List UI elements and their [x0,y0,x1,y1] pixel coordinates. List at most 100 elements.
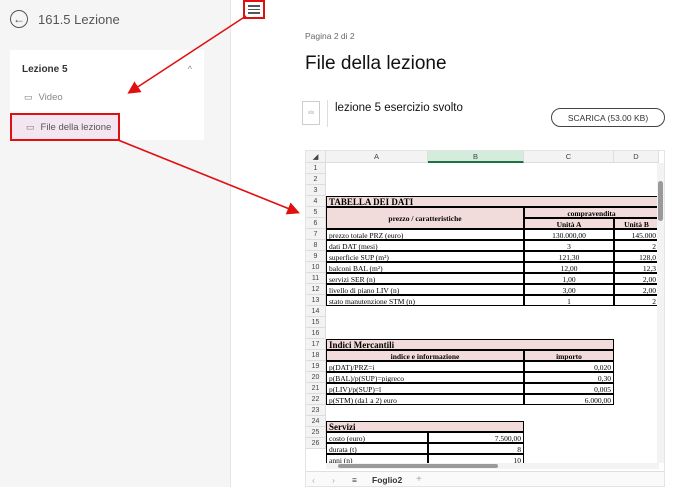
sheet-list-icon[interactable]: ≡ [352,475,357,485]
download-button[interactable]: SCARICA (53.00 KB) [551,108,665,127]
table1-row-unit-a: 12,00 [524,262,614,273]
sidebar: ← 161.5 Lezione Lezione 5 ^ ▭ Video ▭ Fi… [0,0,231,487]
vertical-scrollbar[interactable] [657,163,664,463]
table1-row-unit-a: 130.000,00 [524,229,614,240]
table1-row-unit-b: 2 [614,240,659,251]
file-icon: xls [302,101,320,125]
book-icon: ▭ [26,121,35,132]
back-arrow-icon[interactable]: ← [10,10,28,28]
row-header[interactable]: 3 [306,185,326,196]
row-header[interactable]: 19 [306,361,326,372]
table2-row-label: p(DAT)/PRZ=i [326,361,524,372]
table1-header-group: compravendita [524,207,659,218]
pager-text: Pagina 2 di 2 [305,31,355,41]
sidebar-item-video[interactable]: ▭ Video [10,84,204,110]
chevron-right-icon[interactable]: › [332,475,335,485]
row-header[interactable]: 23 [306,405,326,416]
sidebar-item-file[interactable]: ▭ File della lezione [10,113,120,141]
table3-row-label: costo (euro) [326,432,428,443]
row-header[interactable]: 18 [306,350,326,361]
table1-row-unit-b: 2,00 [614,284,659,295]
page-title: File della lezione [305,53,447,74]
table1-row-label: balconi BAL (m²) [326,262,524,273]
table1-unit-a: Unità A [524,218,614,229]
table1-row-unit-b: 145.000 [614,229,659,240]
sheet-tab-bar: ‹ › ≡ Foglio2 + [306,471,664,486]
chevron-left-icon[interactable]: ‹ [312,475,315,485]
table1-header-left: prezzo / caratteristiche [326,207,524,229]
table2-row-value: 0,30 [524,372,614,383]
table1-row-unit-a: 3 [524,240,614,251]
table2-title: Indici Mercantili [326,339,614,350]
row-header[interactable]: 17 [306,339,326,350]
row-header[interactable]: 5 [306,207,326,218]
table1-row-unit-a: 1,00 [524,273,614,284]
row-header[interactable]: 8 [306,240,326,251]
table1-row-label: livello di piano LIV (n) [326,284,524,295]
row-header[interactable]: 14 [306,306,326,317]
row-header[interactable]: 6 [306,218,326,229]
add-sheet-icon[interactable]: + [416,474,422,485]
row-header[interactable]: 16 [306,328,326,339]
table1-unit-b: Unità B [614,218,659,229]
spreadsheet-viewer[interactable]: ◢ A B C D 1 2 3 4 5 6 7 8 9 10 11 12 13 14 15 16 17 18 19 2… [305,150,665,487]
table2-row-value: 6.000,00 [524,394,614,405]
hamburger-menu-icon[interactable] [243,0,265,19]
table1-row-unit-a: 121,30 [524,251,614,262]
divider [327,100,328,127]
table3-title: Servizi [326,421,524,432]
table1-row-unit-b: 128,0 [614,251,659,262]
row-header[interactable]: 15 [306,317,326,328]
row-header[interactable]: 9 [306,251,326,262]
column-header[interactable]: C [524,151,614,163]
table1-row-unit-a: 1 [524,295,614,306]
row-header[interactable]: 13 [306,295,326,306]
table2-row-label: p(STM) (da1 a 2) euro [326,394,524,405]
table3-row-value: 7.500,00 [428,432,524,443]
table2-row-value: 0,005 [524,383,614,394]
column-header-selected[interactable]: B [428,151,524,163]
row-header[interactable]: 4 [306,196,326,207]
row-header[interactable]: 25 [306,427,326,438]
table1-row-label: superficie SUP (m²) [326,251,524,262]
horizontal-scrollbar[interactable] [326,463,659,469]
table2-header-left: indice e informazione [326,350,524,361]
row-header[interactable]: 12 [306,284,326,295]
row-header[interactable]: 20 [306,372,326,383]
row-header[interactable]: 21 [306,383,326,394]
row-header[interactable]: 11 [306,273,326,284]
chevron-up-icon[interactable]: ^ [188,64,192,74]
column-header[interactable]: A [326,151,428,163]
lesson-section-card: Lezione 5 ^ ▭ Video ▭ File della lezione [10,50,204,141]
course-title: 161.5 Lezione [38,12,120,27]
table1-row-label: prezzo totale PRZ (euro) [326,229,524,240]
file-name: lezione 5 esercizio svolto [335,102,463,114]
table1-title: TABELLA DEI DATI [326,196,659,207]
row-header[interactable]: 24 [306,416,326,427]
row-header[interactable]: 26 [306,438,326,449]
select-all-corner[interactable]: ◢ [306,151,326,163]
table3-row-value: 8 [428,443,524,454]
table1-row-label: stato manutenzione STM (n) [326,295,524,306]
lesson-section-title[interactable]: Lezione 5 [22,64,68,75]
table2-row-label: p(LIV)/p(SUP)=l [326,383,524,394]
row-header[interactable]: 7 [306,229,326,240]
row-header[interactable]: 2 [306,174,326,185]
row-header[interactable]: 1 [306,163,326,174]
row-header[interactable]: 22 [306,394,326,405]
table1-row-unit-b: 2 [614,295,659,306]
table1-row-label: servizi SER (n) [326,273,524,284]
table3-row-label: durata (t) [326,443,428,454]
table1-row-label: dati DAT (mesi) [326,240,524,251]
row-header[interactable]: 10 [306,262,326,273]
table2-header-right: importo [524,350,614,361]
table1-row-unit-a: 3,00 [524,284,614,295]
table2-row-label: p(BAL)/p(SUP)=pigreco [326,372,524,383]
table1-row-unit-b: 2,00 [614,273,659,284]
table2-row-value: 0,020 [524,361,614,372]
column-header[interactable]: D [614,151,659,163]
book-icon: ▭ [24,91,33,102]
sidebar-item-label: Video [38,91,63,103]
sidebar-item-label: File della lezione [40,121,112,133]
sheet-tab[interactable]: Foglio2 [372,475,402,485]
